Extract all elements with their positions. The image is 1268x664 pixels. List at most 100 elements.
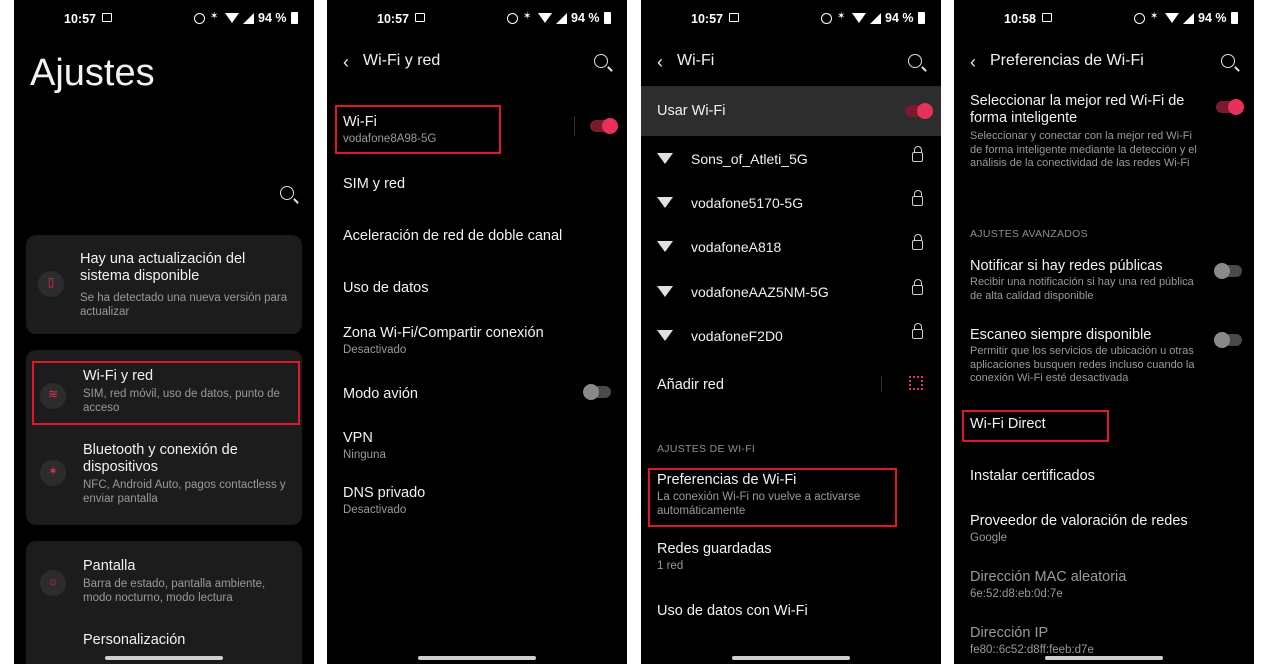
alarm-icon: [821, 12, 832, 24]
wifi-status-icon: [225, 13, 239, 23]
public-networks-toggle[interactable]: [1214, 263, 1242, 279]
airplane-toggle[interactable]: [583, 384, 611, 400]
alarm-icon: [1134, 12, 1145, 24]
network-name: vodafoneA818: [691, 239, 782, 255]
list-item-certificates[interactable]: Instalar certificados: [970, 467, 1238, 485]
list-item-mac: Dirección MAC aleatoria 6e:52:d8:eb:0d:7…: [970, 568, 1238, 601]
search-icon[interactable]: [908, 54, 922, 68]
wifi-toggle[interactable]: [590, 118, 618, 134]
item-title: DNS privado: [343, 485, 426, 501]
list-item-vpn[interactable]: VPN Ninguna: [343, 429, 611, 462]
image-notification-icon: [1042, 13, 1052, 22]
list-item-airplane[interactable]: Modo avión: [343, 385, 611, 403]
update-icon: ▯: [38, 271, 64, 297]
list-item-wifi-data[interactable]: Uso de datos con Wi-Fi: [657, 602, 925, 620]
wifi-status-icon: [1165, 13, 1179, 23]
network-name: vodafoneF2D0: [691, 328, 783, 344]
wifi-signal-icon: [657, 286, 673, 297]
battery-percent: 94 %: [571, 11, 600, 25]
update-card[interactable]: ▯ Hay una actualización del sistema disp…: [26, 235, 302, 334]
list-item-saved-networks[interactable]: Redes guardadas 1 red: [657, 540, 925, 573]
search-icon[interactable]: [594, 54, 608, 68]
screen-wifi-prefs: 10:58 94 % ‹ Preferencias de Wi-Fi Selec…: [954, 0, 1254, 664]
alarm-icon: [194, 12, 205, 24]
item-subtitle: 1 red: [657, 560, 684, 572]
list-item-public-networks[interactable]: Notificar si hay redes públicas Recibir …: [970, 257, 1208, 303]
list-item-data-usage[interactable]: Uso de datos: [343, 279, 611, 297]
qr-code-icon[interactable]: [909, 376, 923, 390]
battery-icon: [1230, 12, 1238, 24]
app-header: ‹ Wi-Fi: [641, 44, 941, 78]
sidebar-item-bluetooth[interactable]: ✶ Bluetooth y conexión de dispositivos N…: [26, 442, 302, 512]
list-item-hotspot[interactable]: Zona Wi-Fi/Compartir conexión Desactivad…: [343, 324, 611, 357]
item-subtitle: Desactivado: [343, 344, 407, 356]
lock-icon: [912, 146, 923, 162]
battery-icon: [603, 12, 611, 24]
item-title: Redes guardadas: [657, 541, 772, 557]
list-item-network-rating[interactable]: Proveedor de valoración de redes Google: [970, 512, 1238, 545]
back-arrow-icon[interactable]: ‹: [343, 52, 349, 73]
use-wifi-toggle[interactable]: [905, 103, 933, 119]
sidebar-item-personalizacion[interactable]: Personalización: [83, 632, 290, 649]
item-subtitle: Permitir que los servicios de ubicación …: [970, 345, 1195, 384]
scan-toggle[interactable]: [1214, 332, 1242, 348]
gesture-bar[interactable]: [732, 656, 850, 660]
search-icon[interactable]: [1221, 54, 1235, 68]
lock-icon: [912, 234, 923, 250]
search-icon[interactable]: [280, 186, 294, 200]
item-title: Notificar si hay redes públicas: [970, 258, 1163, 274]
battery-percent: 94 %: [885, 11, 914, 25]
status-bar: 10:57 94 %: [14, 0, 314, 34]
item-title: Bluetooth y conexión de dispositivos: [83, 442, 238, 475]
network-name: Sons_of_Atleti_5G: [691, 151, 808, 167]
screen-wifi-red: 10:57 94 % ‹ Wi-Fi y red Wi-Fi vodafone8…: [327, 0, 627, 664]
item-subtitle: fe80::6c52:d8ff:feeb:d7e: [970, 644, 1094, 656]
network-name: vodafone5170-5G: [691, 195, 804, 211]
sidebar-item-pantalla[interactable]: ☼ Pantalla Barra de estado, pantalla amb…: [26, 558, 302, 608]
section-header: AJUSTES DE WI-FI: [657, 443, 756, 455]
back-arrow-icon[interactable]: ‹: [970, 52, 976, 73]
wifi-status-icon: [538, 13, 552, 23]
item-title: Dirección IP: [970, 625, 1049, 641]
wifi-signal-icon: [657, 330, 673, 341]
item-subtitle: NFC, Android Auto, pagos contactless y e…: [83, 479, 286, 505]
network-item[interactable]: Sons_of_Atleti_5G: [657, 146, 925, 171]
wifi-signal-icon: [657, 197, 673, 208]
item-title: Instalar certificados: [970, 468, 1095, 484]
smart-select-toggle[interactable]: [1216, 99, 1244, 115]
item-title: Zona Wi-Fi/Compartir conexión: [343, 325, 544, 341]
signal-icon: [243, 12, 254, 24]
back-arrow-icon[interactable]: ‹: [657, 52, 663, 73]
network-item[interactable]: vodafone5170-5G: [657, 190, 925, 215]
network-item[interactable]: vodafoneAAZ5NM-5G: [657, 279, 925, 304]
status-icons: 94 %: [821, 11, 941, 25]
item-title: Personalización: [83, 632, 186, 648]
item-title: Dirección MAC aleatoria: [970, 569, 1127, 585]
alarm-icon: [507, 12, 518, 24]
use-wifi-bar[interactable]: Usar Wi-Fi: [641, 86, 941, 136]
network-item[interactable]: vodafoneA818: [657, 234, 925, 259]
gesture-bar[interactable]: [418, 656, 536, 660]
item-subtitle: Desactivado: [343, 504, 407, 516]
page-title: Wi-Fi y red: [363, 52, 441, 69]
battery-percent: 94 %: [258, 11, 287, 25]
list-item-scan[interactable]: Escaneo siempre disponible Permitir que …: [970, 326, 1208, 386]
update-title: Hay una actualización del sistema dispon…: [80, 251, 246, 284]
add-network-item[interactable]: Añadir red: [657, 376, 925, 394]
status-bar: 10:57 94 %: [327, 0, 627, 34]
list-item-smart-select[interactable]: Seleccionar la mejor red Wi-Fi de forma …: [970, 93, 1198, 171]
item-title: Modo avión: [343, 386, 418, 402]
signal-icon: [556, 12, 567, 24]
settings-card-display: ☼ Pantalla Barra de estado, pantalla amb…: [26, 541, 302, 664]
list-item-dual-channel[interactable]: Aceleración de red de doble canal: [343, 227, 611, 245]
list-item-sim[interactable]: SIM y red: [343, 175, 611, 193]
wifi-signal-icon: [657, 241, 673, 252]
item-subtitle: Ninguna: [343, 449, 386, 461]
network-item[interactable]: vodafoneF2D0: [657, 323, 925, 348]
brightness-icon: ☼: [40, 570, 66, 596]
gesture-bar[interactable]: [105, 656, 223, 660]
page-title: Ajustes: [30, 52, 155, 94]
item-title: VPN: [343, 430, 373, 446]
list-item-dns[interactable]: DNS privado Desactivado: [343, 484, 611, 517]
gesture-bar[interactable]: [1045, 656, 1163, 660]
